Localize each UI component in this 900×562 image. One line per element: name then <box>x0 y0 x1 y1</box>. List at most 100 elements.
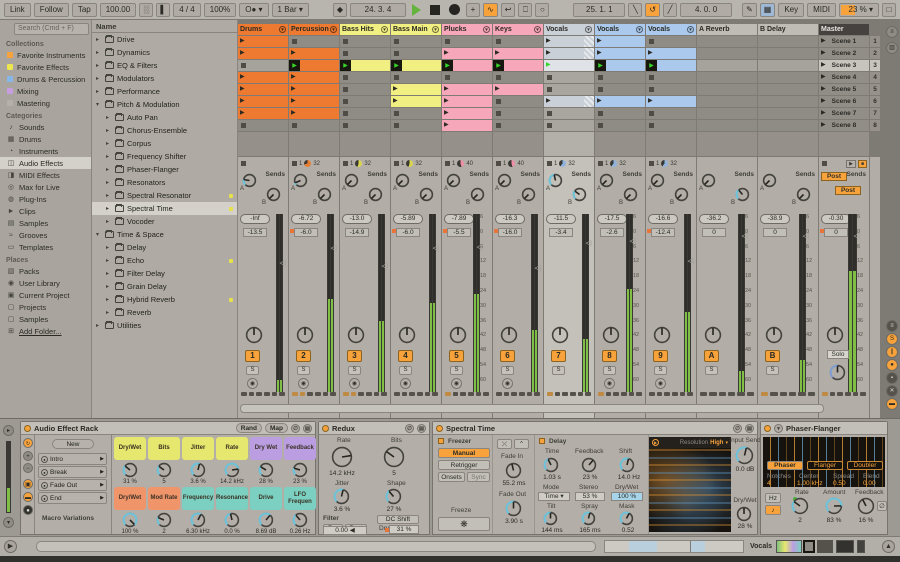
tree-expand-icon[interactable]: ▸ <box>106 309 112 316</box>
arm-record-button[interactable]: ◉ <box>349 378 360 389</box>
track-header-dropdown-icon[interactable]: ▾ <box>483 26 490 33</box>
quantize-menu[interactable]: O● ▾ <box>239 2 269 17</box>
scene-launch-button[interactable]: ▶ <box>821 96 826 107</box>
tree-item-hybrid-reverb[interactable]: ▸ Hybrid Reverb <box>92 293 237 306</box>
scene-number-cell[interactable]: 5 <box>870 84 880 95</box>
dash-segment[interactable] <box>554 392 561 396</box>
arrangement-position-field[interactable]: 24. 3. 4 <box>350 2 407 17</box>
stop-button[interactable] <box>427 3 443 17</box>
pan-knob[interactable] <box>704 326 722 349</box>
track-header[interactable]: Bass Main ▾ <box>391 24 441 35</box>
metronome-pattern-icon[interactable]: ▌ <box>156 2 171 17</box>
rate-value[interactable]: 14.2 kHz <box>323 470 361 477</box>
send-b-knob[interactable] <box>470 187 485 207</box>
dash-segment[interactable] <box>570 392 576 396</box>
sidebar-item-samples[interactable]: ▢ Samples <box>0 313 91 325</box>
clip-stop-button[interactable] <box>649 39 654 44</box>
mixer-section-toggle-icon[interactable]: ▪ <box>886 372 898 384</box>
clip-slot[interactable]: ▶ <box>442 60 492 71</box>
macro-variation-row[interactable]: ● Break ▶ <box>38 466 107 478</box>
tree-item-reverb[interactable]: ▸ Reverb <box>92 306 237 319</box>
clip-stop-button[interactable] <box>241 63 246 68</box>
clip-play-button[interactable]: ▶ <box>597 96 602 107</box>
clip-play-button[interactable]: ▶ <box>291 48 296 59</box>
launch-variation-icon[interactable]: ▶ <box>100 482 104 488</box>
link-button[interactable]: Link <box>4 2 31 17</box>
loop-length-field[interactable]: 4. 0. 0 <box>680 2 733 17</box>
clip-slot[interactable]: ▶ <box>442 108 492 119</box>
tree-item-eq-filters[interactable]: ▸ EQ & Filters <box>92 59 237 72</box>
send-b-knob[interactable] <box>735 187 750 207</box>
scene-launch-button[interactable]: ▶ <box>821 60 826 71</box>
rate-knob[interactable] <box>331 446 353 473</box>
clip-play-button[interactable]: ▶ <box>393 84 398 95</box>
pan-knob[interactable] <box>296 326 314 349</box>
solo-button[interactable]: S <box>450 366 463 375</box>
save-preset-icon[interactable]: ▤ <box>303 423 312 433</box>
clip-stop-button[interactable] <box>496 123 501 128</box>
rack-rand-button[interactable]: Rand <box>235 423 262 433</box>
clip-slot[interactable] <box>595 72 645 83</box>
tree-item-modulators[interactable]: ▸ Modulators <box>92 72 237 85</box>
volume-field[interactable]: -6.0 <box>396 228 420 237</box>
device-thumbnail-more[interactable] <box>857 540 865 553</box>
show-chains-toggle-icon[interactable]: ▬ <box>23 492 33 502</box>
track-activator-button[interactable]: 5 <box>449 350 464 362</box>
stereo-field[interactable]: 53 % <box>575 492 605 501</box>
dash-segment[interactable] <box>373 392 380 396</box>
freezer-on-icon[interactable] <box>438 438 444 444</box>
track-header-dropdown-icon[interactable]: ▾ <box>636 26 643 33</box>
tree-expand-icon[interactable]: ▸ <box>106 153 112 160</box>
clip-slot[interactable] <box>595 120 645 131</box>
tree-item-time-space[interactable]: ▾ Time & Space <box>92 228 237 241</box>
tree-expand-icon[interactable]: ▸ <box>106 270 112 277</box>
clip-slot[interactable]: ▶ <box>238 84 288 95</box>
tree-item-utilities[interactable]: ▸ Utilities <box>92 319 237 332</box>
tree-item-dynamics[interactable]: ▸ Dynamics <box>92 46 237 59</box>
clip-stop-button[interactable] <box>649 75 654 80</box>
clip-slot[interactable] <box>340 96 390 107</box>
track-header[interactable]: Vocals ▾ <box>544 24 594 35</box>
clip-play-button[interactable]: ▶ <box>240 96 245 107</box>
clip-stop-button[interactable] <box>649 111 654 116</box>
clip-stop-button[interactable] <box>292 39 297 44</box>
phaser-display[interactable]: Phaser Flanger Doubler Notches Center Sp… <box>763 437 885 487</box>
clip-slot[interactable] <box>391 120 441 131</box>
clip-stop-button[interactable] <box>547 111 552 116</box>
phaser-rate-value[interactable]: 2 <box>787 517 813 524</box>
scene-slot[interactable]: ▶ Scene 4 <box>819 72 869 83</box>
clip-stop-button[interactable] <box>343 75 348 80</box>
dash-segment[interactable] <box>299 392 306 396</box>
spectral-title-bar[interactable]: Spectral Time ∅ ▤ <box>433 422 757 435</box>
tempo-field[interactable]: 100.00 <box>99 2 137 17</box>
tree-item-pitch-modulation[interactable]: ▾ Pitch & Modulation <box>92 98 237 111</box>
dash-segment[interactable] <box>366 392 372 396</box>
pan-knob[interactable] <box>765 326 783 349</box>
arm-record-button[interactable]: ◉ <box>400 378 411 389</box>
send-a-post-toggle[interactable]: Post <box>821 172 847 181</box>
automation-arm-button[interactable]: ∿ <box>483 2 498 17</box>
rack-map-button[interactable]: Map <box>265 423 288 433</box>
clip-slot[interactable] <box>646 120 696 131</box>
shape-value[interactable]: 27 % <box>377 506 411 513</box>
track-activator-button[interactable]: 3 <box>347 350 362 362</box>
clip-quantize-menu[interactable]: 1 Bar ▾ <box>271 2 309 17</box>
clip-playing-button[interactable]: ▶ <box>340 60 351 71</box>
clip-play-button[interactable]: ▶ <box>597 36 602 47</box>
sidebar-item-mastering[interactable]: Mastering <box>0 97 91 109</box>
clip-slot[interactable] <box>442 72 492 83</box>
dc-shift-button[interactable]: DC Shift <box>377 515 419 524</box>
clip-stop-button[interactable] <box>496 111 501 116</box>
feedback-invert-button[interactable]: ∅ <box>877 501 887 511</box>
scene-number-cell[interactable]: 1 <box>870 36 880 47</box>
clip-stop-button[interactable] <box>394 123 399 128</box>
hide-device-view-icon[interactable]: ▲ <box>882 540 895 553</box>
dash-segment[interactable] <box>636 392 643 396</box>
clip-slot[interactable]: ▶ <box>544 48 594 59</box>
dash-segment[interactable] <box>256 392 263 396</box>
tree-item-performance[interactable]: ▸ Performance <box>92 85 237 98</box>
clip-slot[interactable]: ▶ <box>238 36 288 47</box>
freezer-sync-button[interactable]: Sync <box>467 472 490 482</box>
clip-stop-all-button[interactable] <box>598 161 603 166</box>
scene-slot[interactable]: ▶ Scene 3 <box>819 60 869 71</box>
